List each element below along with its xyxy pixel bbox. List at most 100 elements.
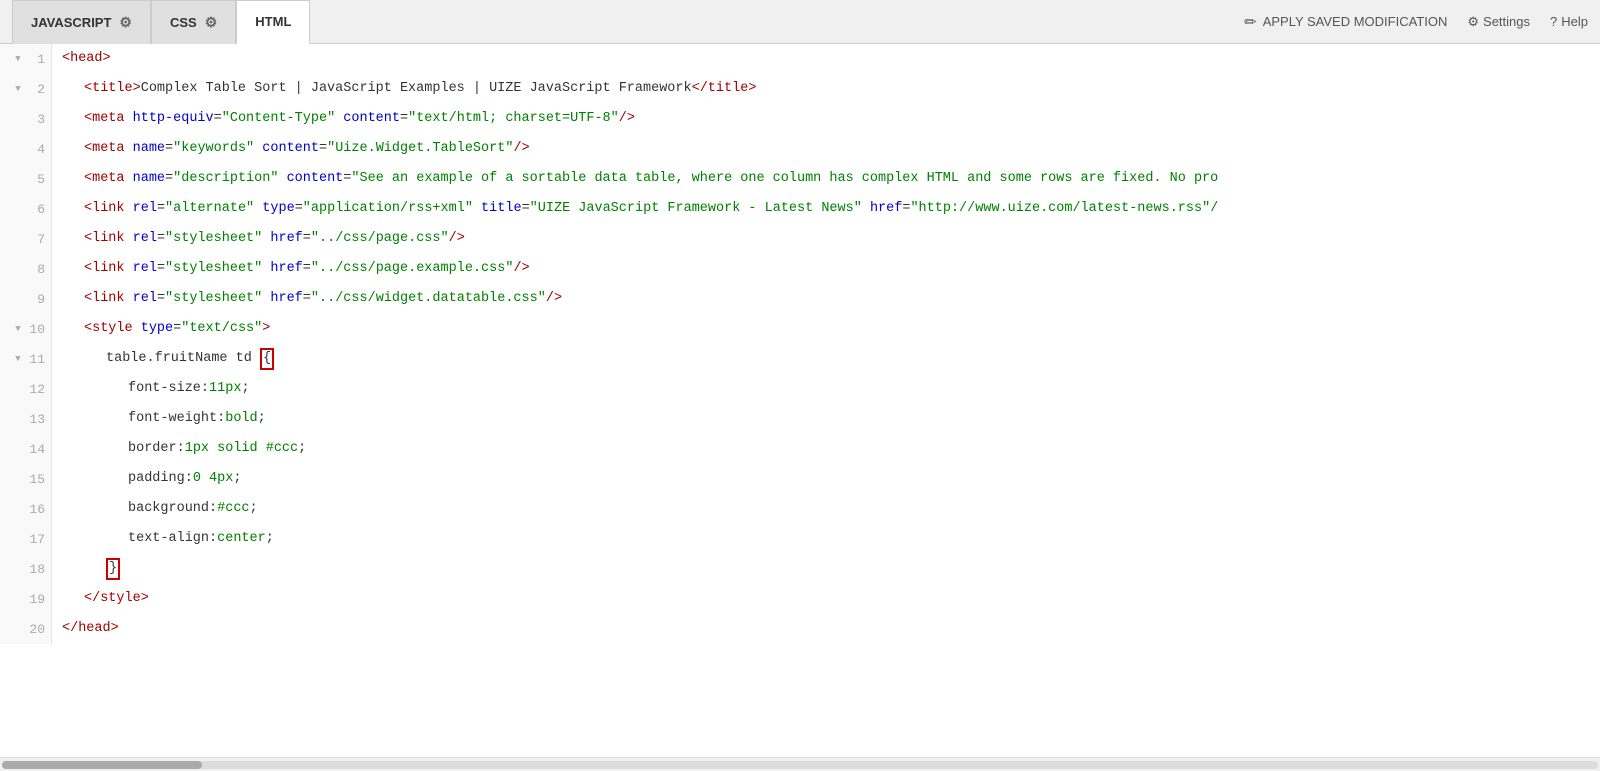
scrollbar-thumb[interactable] xyxy=(2,761,202,769)
code-line-6: 6 <link rel="alternate" type="application… xyxy=(0,194,1600,224)
code-content-11[interactable]: table.fruitName td { xyxy=(52,344,1600,374)
code-line-14: 14 border:1px solid #ccc; xyxy=(0,434,1600,464)
line-number-11: 11 xyxy=(27,352,45,367)
code-content-6[interactable]: <link rel="alternate" type="application/… xyxy=(52,194,1600,224)
code-content-13[interactable]: font-weight:bold; xyxy=(52,404,1600,434)
line-num-col-13: 13 xyxy=(0,404,52,434)
line-number-16: 16 xyxy=(27,502,45,517)
code-content-15[interactable]: padding:0 4px; xyxy=(52,464,1600,494)
code-content-1[interactable]: <head> xyxy=(52,44,1600,74)
code-content-12[interactable]: font-size:11px; xyxy=(52,374,1600,404)
tab-html[interactable]: HTML xyxy=(236,0,310,44)
line-num-col-19: 19 xyxy=(0,584,52,614)
code-editor[interactable]: ▼1<head>▼2<title>Complex Table Sort | Ja… xyxy=(0,44,1600,757)
apply-icon: ✏ xyxy=(1244,13,1257,31)
line-num-col-14: 14 xyxy=(0,434,52,464)
code-line-16: 16 background:#ccc; xyxy=(0,494,1600,524)
line-number-17: 17 xyxy=(27,532,45,547)
code-line-4: 4 <meta name="keywords" content="Uize.Wid… xyxy=(0,134,1600,164)
toolbar: JAVASCRIPT ⚙ CSS ⚙ HTML ✏ APPLY SAVED MO… xyxy=(0,0,1600,44)
code-content-7[interactable]: <link rel="stylesheet" href="../css/page… xyxy=(52,224,1600,254)
line-num-col-6: 6 xyxy=(0,194,52,224)
apply-label: APPLY SAVED MODIFICATION xyxy=(1263,14,1448,29)
code-line-13: 13 font-weight:bold; xyxy=(0,404,1600,434)
code-content-18[interactable]: } xyxy=(52,554,1600,584)
line-number-15: 15 xyxy=(27,472,45,487)
code-line-9: 9 <link rel="stylesheet" href="../css/wid… xyxy=(0,284,1600,314)
line-num-col-15: 15 xyxy=(0,464,52,494)
code-content-8[interactable]: <link rel="stylesheet" href="../css/page… xyxy=(52,254,1600,284)
line-num-col-10: ▼ 10 xyxy=(0,314,52,344)
code-line-11: ▼ 11 table.fruitName td { xyxy=(0,344,1600,374)
line-num-col-8: 8 xyxy=(0,254,52,284)
tab-javascript-label: JAVASCRIPT xyxy=(31,15,111,30)
line-number-18: 18 xyxy=(27,562,45,577)
gear-icon-javascript: ⚙ xyxy=(119,14,132,31)
line-num-col-1: ▼1 xyxy=(0,44,52,74)
code-content-10[interactable]: <style type="text/css"> xyxy=(52,314,1600,344)
tab-javascript[interactable]: JAVASCRIPT ⚙ xyxy=(12,0,151,44)
scrollbar-track[interactable] xyxy=(2,761,1598,769)
apply-saved-modification-button[interactable]: ✏ APPLY SAVED MODIFICATION xyxy=(1244,13,1447,31)
line-num-col-12: 12 xyxy=(0,374,52,404)
code-line-7: 7<link rel="stylesheet" href="../css/pag… xyxy=(0,224,1600,254)
line-number-12: 12 xyxy=(27,382,45,397)
line-number-14: 14 xyxy=(27,442,45,457)
line-num-col-3: 3 xyxy=(0,104,52,134)
line-number-3: 3 xyxy=(27,112,45,127)
line-num-col-5: 5 xyxy=(0,164,52,194)
line-num-col-9: 9 xyxy=(0,284,52,314)
line-num-col-4: 4 xyxy=(0,134,52,164)
settings-button[interactable]: ⚙ Settings xyxy=(1467,14,1530,30)
help-icon: ? xyxy=(1550,14,1557,29)
code-content-5[interactable]: <meta name="description" content="See an… xyxy=(52,164,1600,194)
code-content-19[interactable]: </style> xyxy=(52,584,1600,614)
tab-css-label: CSS xyxy=(170,15,197,30)
code-line-5: 5 <meta name="description" content="See a… xyxy=(0,164,1600,194)
line-number-1: 1 xyxy=(27,52,45,67)
line-number-19: 19 xyxy=(27,592,45,607)
gear-icon-css: ⚙ xyxy=(205,14,218,31)
code-content-16[interactable]: background:#ccc; xyxy=(52,494,1600,524)
line-num-col-16: 16 xyxy=(0,494,52,524)
line-number-6: 6 xyxy=(27,202,45,217)
code-content-20[interactable]: </head> xyxy=(52,614,1600,644)
code-line-10: ▼ 10 <style type="text/css"> xyxy=(0,314,1600,344)
fold-arrow-11[interactable]: ▼ xyxy=(13,354,23,364)
code-line-19: 19 </style> xyxy=(0,584,1600,614)
code-line-1: ▼1<head> xyxy=(0,44,1600,74)
code-line-3: 3 <meta http-equiv="Content-Type" content… xyxy=(0,104,1600,134)
line-num-col-20: 20 xyxy=(0,614,52,644)
settings-gear-icon: ⚙ xyxy=(1467,14,1479,30)
code-line-12: 12 font-size:11px; xyxy=(0,374,1600,404)
tab-css[interactable]: CSS ⚙ xyxy=(151,0,236,44)
fold-arrow-1[interactable]: ▼ xyxy=(13,54,23,64)
line-num-col-7: 7 xyxy=(0,224,52,254)
code-content-4[interactable]: <meta name="keywords" content="Uize.Widg… xyxy=(52,134,1600,164)
code-line-15: 15 padding:0 4px; xyxy=(0,464,1600,494)
toolbar-right: ✏ APPLY SAVED MODIFICATION ⚙ Settings ? … xyxy=(1244,13,1588,31)
code-line-2: ▼2<title>Complex Table Sort | JavaScript… xyxy=(0,74,1600,104)
settings-label: Settings xyxy=(1483,14,1530,29)
code-content-17[interactable]: text-align:center; xyxy=(52,524,1600,554)
code-content-3[interactable]: <meta http-equiv="Content-Type" content=… xyxy=(52,104,1600,134)
line-number-20: 20 xyxy=(27,622,45,637)
line-number-9: 9 xyxy=(27,292,45,307)
tab-html-label: HTML xyxy=(255,14,291,29)
line-number-8: 8 xyxy=(27,262,45,277)
code-content-9[interactable]: <link rel="stylesheet" href="../css/widg… xyxy=(52,284,1600,314)
help-button[interactable]: ? Help xyxy=(1550,14,1588,29)
code-content-2[interactable]: <title>Complex Table Sort | JavaScript E… xyxy=(52,74,1600,104)
help-label: Help xyxy=(1561,14,1588,29)
line-num-col-2: ▼2 xyxy=(0,74,52,104)
horizontal-scrollbar[interactable] xyxy=(0,757,1600,771)
line-number-5: 5 xyxy=(27,172,45,187)
code-content-14[interactable]: border:1px solid #ccc; xyxy=(52,434,1600,464)
code-line-8: 8 <link rel="stylesheet" href="../css/pag… xyxy=(0,254,1600,284)
line-number-4: 4 xyxy=(27,142,45,157)
line-number-10: 10 xyxy=(27,322,45,337)
line-num-col-17: 17 xyxy=(0,524,52,554)
line-number-13: 13 xyxy=(27,412,45,427)
fold-arrow-2[interactable]: ▼ xyxy=(13,84,23,94)
fold-arrow-10[interactable]: ▼ xyxy=(13,324,23,334)
